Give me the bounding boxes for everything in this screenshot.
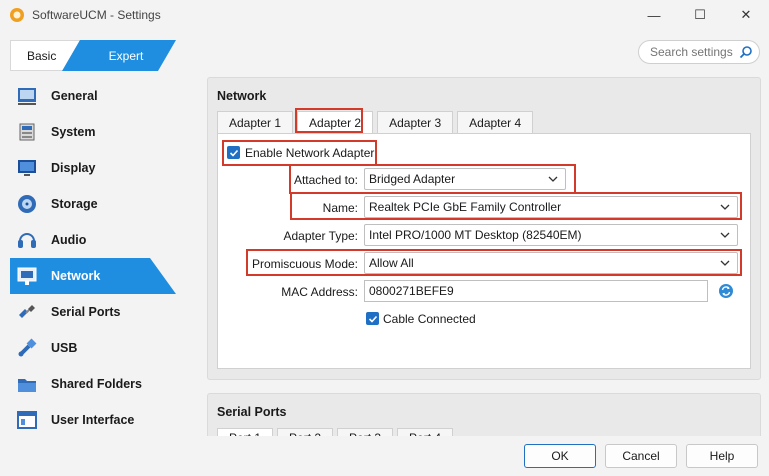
cancel-button[interactable]: Cancel [605, 444, 677, 468]
chevron-down-icon [720, 232, 730, 238]
sidebar-item-label: User Interface [51, 413, 135, 427]
sidebar-item-label: Storage [51, 197, 98, 211]
shared-folders-icon [18, 379, 36, 392]
sidebar-item-shared-folders[interactable]: Shared Folders [10, 366, 176, 402]
search-icon[interactable] [739, 45, 753, 59]
display-icon [18, 160, 36, 176]
sidebar-item-label: USB [51, 341, 78, 355]
minimize-icon: — [647, 7, 661, 23]
mode-switch: Basic Expert [10, 40, 176, 71]
sidebar-item-usb[interactable]: USB [10, 330, 176, 366]
user-interface-icon [17, 411, 37, 429]
refresh-mac-icon[interactable] [718, 283, 734, 299]
sidebar-item-system[interactable]: System [10, 114, 176, 150]
close-window-button[interactable]: ✕ [723, 0, 769, 30]
sidebar-item-storage[interactable]: Storage [10, 186, 176, 222]
app-icon [10, 8, 24, 22]
close-icon: ✕ [740, 7, 752, 22]
storage-icon [18, 195, 36, 213]
network-section-title: Network [217, 89, 267, 103]
serial-ports-section-title: Serial Ports [217, 405, 287, 419]
settings-sidebar: General System Display Storage Audio Net… [10, 78, 176, 438]
serial-ports-icon [19, 305, 35, 318]
help-button[interactable]: Help [686, 444, 758, 468]
sidebar-item-label: System [51, 125, 96, 139]
sidebar-item-label: Audio [51, 233, 87, 247]
tab-adapter-3[interactable]: Adapter 3 [377, 111, 454, 133]
mac-address-value: 0800271BEFE9 [369, 284, 454, 298]
title-bar: SoftwareUCM - Settings — ☐ ✕ [0, 0, 769, 30]
mode-expert-tab[interactable]: Expert [62, 40, 176, 71]
mac-address-label: MAC Address: [281, 285, 358, 299]
minimize-button[interactable]: — [631, 0, 677, 30]
highlight-adapter-2 [295, 108, 363, 133]
check-icon [368, 315, 377, 323]
adapter-type-select[interactable]: Intel PRO/1000 MT Desktop (82540EM) [364, 224, 738, 246]
sidebar-item-general[interactable]: General [10, 78, 176, 114]
ok-button[interactable]: OK [524, 444, 596, 468]
search-box[interactable] [638, 40, 760, 64]
sidebar-item-label: General [51, 89, 98, 103]
usb-icon [18, 338, 37, 357]
sidebar-item-label: Shared Folders [51, 377, 142, 391]
maximize-icon: ☐ [694, 7, 706, 22]
sidebar-item-audio[interactable]: Audio [10, 222, 176, 258]
window-title: SoftwareUCM - Settings [32, 8, 161, 22]
sidebar-item-network[interactable]: Network [10, 258, 176, 294]
system-icon [19, 123, 35, 141]
sidebar-item-label: Display [51, 161, 96, 175]
sidebar-item-label: Network [51, 269, 101, 283]
sidebar-item-user-interface[interactable]: User Interface [10, 402, 176, 438]
adapter-tabs: Adapter 1 Adapter 2 Adapter 3 Adapter 4 [217, 111, 537, 134]
sidebar-item-serial-ports[interactable]: Serial Ports [10, 294, 176, 330]
highlight-name [290, 192, 742, 220]
cable-connected-label[interactable]: Cable Connected [383, 312, 476, 326]
adapter-type-label: Adapter Type: [283, 229, 359, 243]
tab-adapter-1[interactable]: Adapter 1 [217, 111, 294, 133]
sidebar-item-label: Serial Ports [51, 305, 121, 319]
search-input[interactable] [650, 45, 740, 59]
maximize-button[interactable]: ☐ [677, 0, 723, 30]
mac-address-input[interactable]: 0800271BEFE9 [364, 280, 708, 302]
adapter-type-value: Intel PRO/1000 MT Desktop (82540EM) [369, 228, 582, 242]
sidebar-item-display[interactable]: Display [10, 150, 176, 186]
highlight-promiscuous-mode [246, 249, 742, 276]
tab-adapter-4[interactable]: Adapter 4 [457, 111, 534, 133]
highlight-enable-adapter [222, 140, 377, 166]
general-icon [18, 88, 36, 105]
network-icon [17, 267, 37, 285]
cable-connected-checkbox[interactable] [366, 312, 379, 325]
highlight-attached-to [289, 164, 576, 194]
audio-icon [18, 233, 36, 248]
